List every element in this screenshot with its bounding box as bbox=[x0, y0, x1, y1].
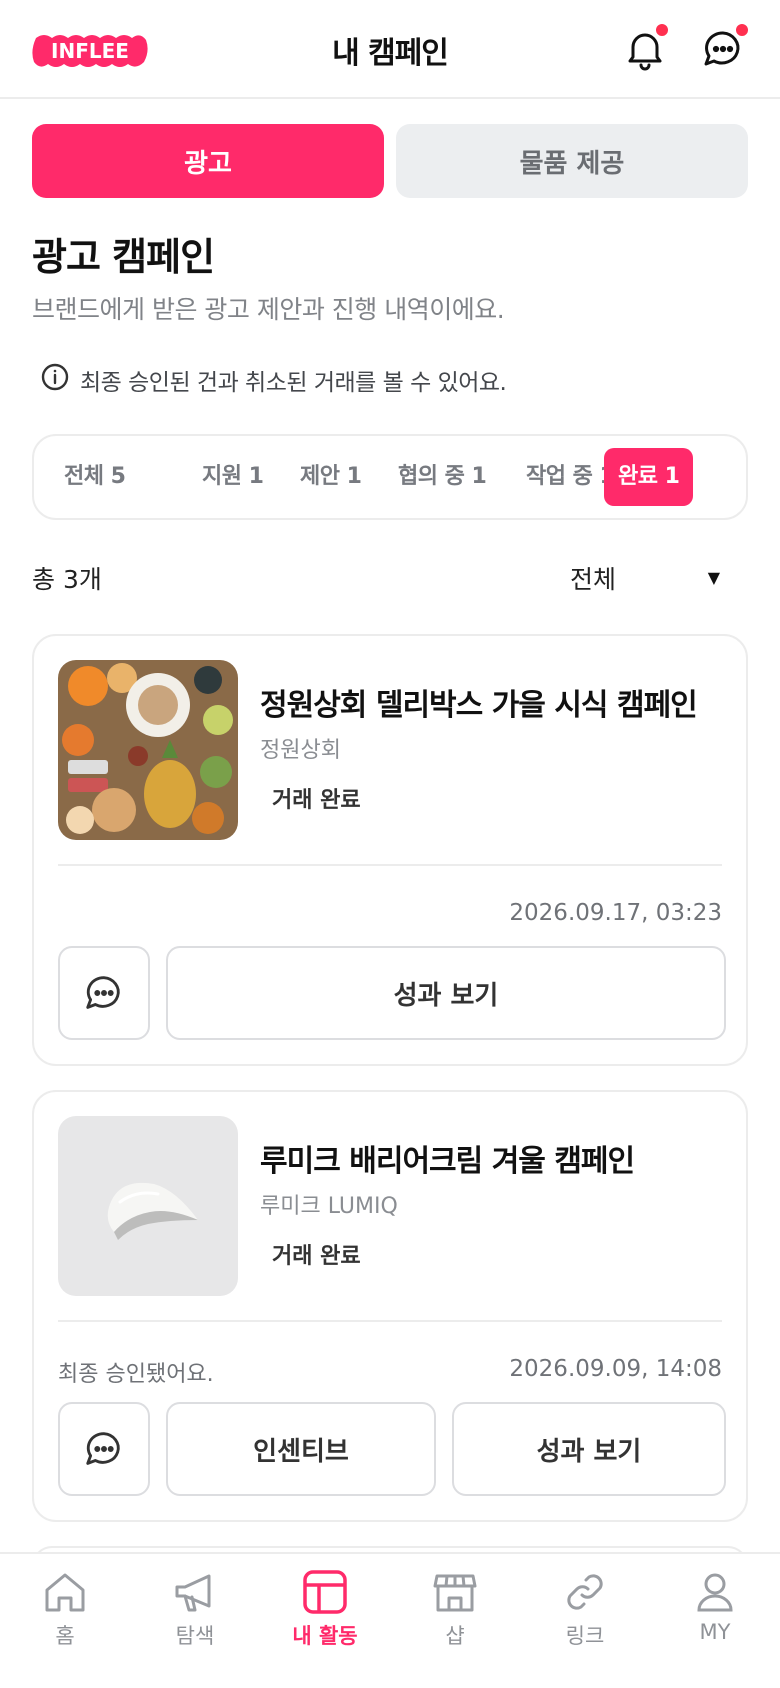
home-icon bbox=[45, 1573, 85, 1612]
activity-icon bbox=[303, 1570, 347, 1614]
info-text: 최종 승인된 건과 취소된 거래를 볼 수 있어요. bbox=[80, 370, 507, 396]
info-notice: 최종 승인된 건과 취소된 거래를 볼 수 있어요. bbox=[40, 362, 507, 398]
deal-status: 거래 완료 bbox=[272, 788, 361, 813]
divider bbox=[58, 1320, 722, 1322]
section-description: 브랜드에게 받은 광고 제안과 진행 내역이에요. bbox=[32, 295, 505, 324]
nav-label: MY bbox=[699, 1620, 731, 1644]
nav-my-activity[interactable]: 내 활동 bbox=[270, 1568, 380, 1650]
chat-icon bbox=[86, 1432, 120, 1465]
dropdown-arrow-icon: ▼ bbox=[707, 568, 720, 587]
nav-label: 링크 bbox=[565, 1624, 605, 1648]
nav-label: 내 활동 bbox=[292, 1624, 358, 1648]
message-dot bbox=[734, 22, 750, 38]
nav-explore[interactable]: 탐색 bbox=[140, 1568, 250, 1650]
chat-button[interactable] bbox=[58, 946, 150, 1040]
nav-label: 샵 bbox=[445, 1624, 465, 1648]
deal-date: 2026.09.17, 03:23 bbox=[509, 900, 722, 926]
campaign-title[interactable]: 루미크 배리어크림 겨울 캠페인 bbox=[260, 1136, 635, 1180]
campaign-title[interactable]: 정원상회 델리박스 가을 시식 캠페인 bbox=[260, 680, 698, 724]
nav-shop[interactable]: 샵 bbox=[400, 1568, 510, 1650]
nav-label: 홈 bbox=[55, 1624, 75, 1648]
chat-icon[interactable] bbox=[700, 22, 750, 72]
filter-all[interactable]: 전체 5 bbox=[50, 448, 139, 506]
incentive-button[interactable]: 인센티브 bbox=[166, 1402, 436, 1496]
divider bbox=[58, 864, 722, 866]
megaphone-icon bbox=[175, 1574, 211, 1612]
nav-link[interactable]: 링크 bbox=[530, 1568, 640, 1650]
filter-proposed[interactable]: 제안 1 bbox=[286, 448, 375, 506]
filter-applied[interactable]: 지원 1 bbox=[188, 448, 277, 506]
shop-icon bbox=[433, 1574, 477, 1612]
approval-note: 최종 승인됐어요. bbox=[58, 1362, 214, 1387]
total-count: 총 3개 bbox=[32, 565, 102, 594]
sort-value: 전체 bbox=[570, 565, 617, 594]
view-results-button[interactable]: 성과 보기 bbox=[452, 1402, 726, 1496]
filter-completed[interactable]: 완료 1 bbox=[604, 448, 694, 506]
nav-home[interactable]: 홈 bbox=[10, 1568, 120, 1650]
campaign-card: 루미크 배리어크림 겨울 캠페인 루미크 LUMIQ 거래 완료 최종 승인됐어… bbox=[32, 1090, 748, 1522]
chat-button[interactable] bbox=[58, 1402, 150, 1496]
nav-label: 탐색 bbox=[175, 1624, 215, 1648]
filter-negotiating[interactable]: 협의 중 1 bbox=[384, 448, 500, 506]
info-icon bbox=[40, 362, 70, 398]
brand-name: 루미크 LUMIQ bbox=[260, 1194, 398, 1219]
sort-dropdown[interactable]: 전체 ▼ bbox=[570, 560, 720, 596]
tab-product-offer[interactable]: 물품 제공 bbox=[396, 124, 748, 198]
chat-icon bbox=[86, 976, 120, 1009]
campaign-card: 정원상회 델리박스 가을 시식 캠페인 정원상회 거래 완료 2026.09.1… bbox=[32, 634, 748, 1066]
link-icon bbox=[567, 1574, 603, 1610]
user-icon bbox=[697, 1573, 733, 1612]
nav-my[interactable]: MY bbox=[660, 1568, 770, 1644]
status-filter-bar: 전체 5 지원 1 제안 1 협의 중 1 작업 중 1 완료 1 bbox=[32, 434, 748, 520]
tab-ads[interactable]: 광고 bbox=[32, 124, 384, 198]
section-title: 광고 캠페인 bbox=[32, 235, 215, 279]
app-header: INFLEE 내 캠페인 bbox=[0, 0, 780, 99]
view-results-button[interactable]: 성과 보기 bbox=[166, 946, 726, 1040]
campaign-thumbnail bbox=[58, 660, 238, 840]
notification-dot bbox=[654, 22, 670, 38]
campaign-thumbnail bbox=[58, 1116, 238, 1296]
bottom-navigation: 홈 탐색 내 활동 샵 링크 MY bbox=[0, 1552, 780, 1688]
deal-date: 2026.09.09, 14:08 bbox=[509, 1356, 722, 1382]
deal-status: 거래 완료 bbox=[272, 1244, 361, 1269]
brand-name: 정원상회 bbox=[260, 738, 341, 763]
bell-icon[interactable] bbox=[622, 22, 670, 72]
